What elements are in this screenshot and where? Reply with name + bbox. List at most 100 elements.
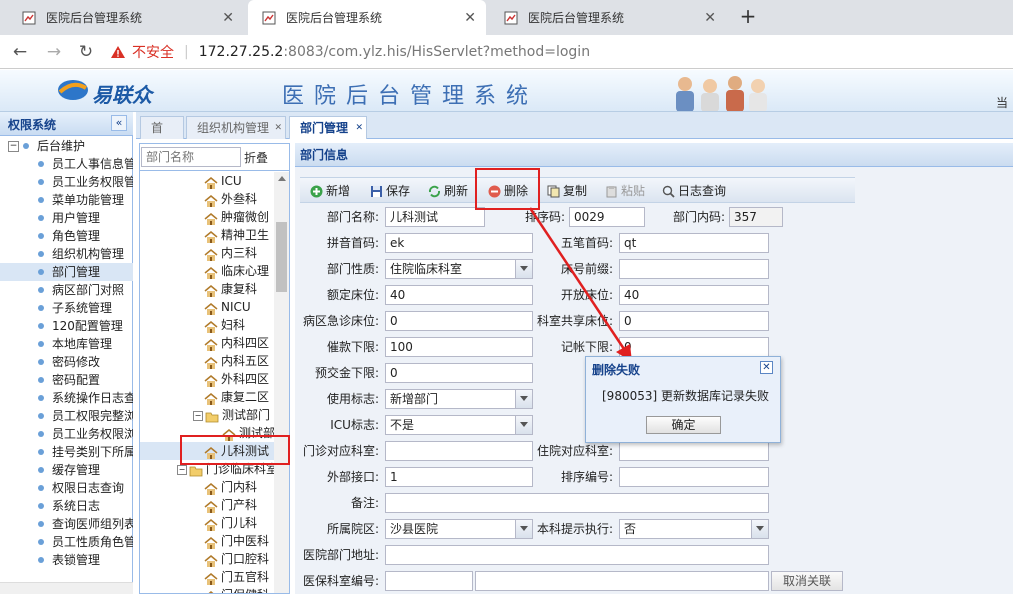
nature-select[interactable]: 住院临床科室	[385, 259, 533, 279]
sidebar-item[interactable]: 系统日志	[0, 497, 133, 515]
sidebar-item[interactable]: 员工权限完整浏览	[0, 407, 133, 425]
chevron-down-icon[interactable]	[756, 526, 764, 531]
tree-collapse-icon[interactable]: −	[193, 410, 203, 421]
sidebar-item[interactable]: 菜单功能管理	[0, 191, 133, 209]
wubi-field[interactable]: qt	[619, 233, 769, 253]
insurance-field[interactable]	[385, 571, 473, 591]
sidebar-item[interactable]: 本地库管理	[0, 335, 133, 353]
inner-code-field[interactable]: 357	[729, 207, 783, 227]
address-field[interactable]	[385, 545, 769, 565]
dept-tree-item[interactable]: 门产科	[140, 496, 274, 514]
save-button[interactable]: 保存	[370, 183, 410, 199]
url-omnibox[interactable]: 不安全 | 172.27.25.2 :8083/com.ylz.his/HisS…	[110, 39, 1013, 65]
sidebar-item[interactable]: 病区部门对照	[0, 281, 133, 299]
sidebar-item[interactable]: 员工业务权限浏览	[0, 425, 133, 443]
browser-tab[interactable]: 医院后台管理系统 ✕	[490, 0, 726, 35]
browser-tab-active[interactable]: 医院后台管理系统 ✕	[248, 0, 486, 35]
dept-tree-item[interactable]: NICU	[140, 298, 274, 316]
remark-field[interactable]	[385, 493, 769, 513]
dept-tree-folder[interactable]: − 测试部门	[140, 406, 274, 424]
dept-tree-item[interactable]: 门保健科	[140, 586, 274, 593]
sidebar-item[interactable]: 用户管理	[0, 209, 133, 227]
ext-field[interactable]: 1	[385, 467, 533, 487]
scroll-up-icon[interactable]	[278, 176, 286, 181]
tab-org-management[interactable]: 组织机构管理 ✕	[186, 116, 286, 139]
sidebar-item[interactable]: 密码配置	[0, 371, 133, 389]
dept-tree-item[interactable]: 门中医科	[140, 532, 274, 550]
chevron-down-icon[interactable]	[520, 266, 528, 271]
dialog-close-icon[interactable]: ✕	[760, 361, 773, 374]
sidebar-item[interactable]: 员工性质角色管理	[0, 533, 133, 551]
tree-collapse-icon[interactable]: −	[8, 141, 19, 152]
dept-tree-item[interactable]: 肿瘤微创	[140, 208, 274, 226]
dialog-ok-button[interactable]: 确定	[646, 416, 721, 434]
tree-collapse-icon[interactable]: −	[177, 464, 187, 475]
sidebar-item[interactable]: 查询医师组列表	[0, 515, 133, 533]
shared-beds-field[interactable]: 0	[619, 311, 769, 331]
sort-no-field[interactable]	[619, 467, 769, 487]
chevron-down-icon[interactable]	[520, 422, 528, 427]
dept-tree-item[interactable]: 门儿科	[140, 514, 274, 532]
new-tab-button[interactable]: +	[736, 4, 760, 28]
browser-tab[interactable]: 医院后台管理系统 ✕	[8, 0, 244, 35]
dept-tree-item[interactable]: 门口腔科	[140, 550, 274, 568]
usage-select[interactable]: 新增部门	[385, 389, 533, 409]
open-beds-field[interactable]: 40	[619, 285, 769, 305]
sidebar-item[interactable]: 角色管理	[0, 227, 133, 245]
back-arrow-icon[interactable]: ←	[8, 40, 32, 64]
dept-tree-item[interactable]: 内科五区	[140, 352, 274, 370]
close-tab-icon[interactable]: ✕	[274, 117, 282, 139]
dept-tree-item[interactable]: 外叁科	[140, 190, 274, 208]
dept-tree-item[interactable]: 精神卫生	[140, 226, 274, 244]
dept-tree-item[interactable]: 临床心理	[140, 262, 274, 280]
dept-tree-item[interactable]: 康复科	[140, 280, 274, 298]
dept-name-field[interactable]: 儿科测试	[385, 207, 485, 227]
close-tab-icon[interactable]: ✕	[222, 10, 234, 26]
refresh-button[interactable]: 刷新	[428, 183, 468, 199]
dept-tree-item[interactable]: 门五官科	[140, 568, 274, 586]
icu-select[interactable]: 不是	[385, 415, 533, 435]
reload-icon[interactable]: ↻	[74, 40, 98, 64]
deposit-field[interactable]: 0	[385, 363, 533, 383]
dept-search-input[interactable]	[141, 147, 241, 167]
dept-tree-item[interactable]: 外科四区	[140, 370, 274, 388]
insurance-name-field[interactable]	[475, 571, 769, 591]
pinyin-field[interactable]: ek	[385, 233, 533, 253]
campus-select[interactable]: 沙县医院	[385, 519, 533, 539]
scroll-thumb[interactable]	[276, 222, 287, 292]
hint-select[interactable]: 否	[619, 519, 769, 539]
sidebar-item[interactable]: 子系统管理	[0, 299, 133, 317]
outpatient-field[interactable]	[385, 441, 533, 461]
dept-tree-item[interactable]: 康复二区	[140, 388, 274, 406]
dept-tree-item[interactable]: 妇科	[140, 316, 274, 334]
bed-prefix-field[interactable]	[619, 259, 769, 279]
left-scrollbar[interactable]	[0, 582, 133, 594]
dept-tree-item[interactable]: 内科四区	[140, 334, 274, 352]
tab-dept-management[interactable]: 部门管理 ✕	[289, 116, 367, 139]
dept-tree-item[interactable]: ICU	[140, 172, 274, 190]
cancel-link-button[interactable]: 取消关联	[771, 571, 843, 591]
sidebar-item[interactable]: 部门管理	[0, 263, 133, 281]
sidebar-item[interactable]: 120配置管理	[0, 317, 133, 335]
emergency-beds-field[interactable]: 0	[385, 311, 533, 331]
sidebar-item[interactable]: 员工人事信息管理	[0, 155, 133, 173]
account-limit-field[interactable]: 0	[619, 337, 769, 357]
nav-tree-root[interactable]: − 后台维护	[0, 137, 133, 155]
dept-tree-item[interactable]: 内三科	[140, 244, 274, 262]
paste-button[interactable]: 粘贴	[605, 183, 645, 199]
sidebar-item[interactable]: 组织机构管理	[0, 245, 133, 263]
tab-home[interactable]: 首页	[140, 116, 184, 157]
chevron-down-icon[interactable]	[520, 396, 528, 401]
collapse-button[interactable]: 折叠	[244, 149, 268, 166]
sidebar-item[interactable]: 权限日志查询	[0, 479, 133, 497]
copy-button[interactable]: 复制	[547, 183, 587, 199]
chevron-down-icon[interactable]	[520, 526, 528, 531]
rated-beds-field[interactable]: 40	[385, 285, 533, 305]
close-tab-icon[interactable]: ✕	[355, 117, 363, 139]
close-tab-icon[interactable]: ✕	[464, 10, 476, 26]
sidebar-item[interactable]: 表锁管理	[0, 551, 133, 569]
sort-code-field[interactable]: 0029	[569, 207, 645, 227]
inpatient-field[interactable]	[619, 441, 769, 461]
sidebar-item[interactable]: 密码修改	[0, 353, 133, 371]
log-query-button[interactable]: 日志查询	[662, 183, 726, 199]
